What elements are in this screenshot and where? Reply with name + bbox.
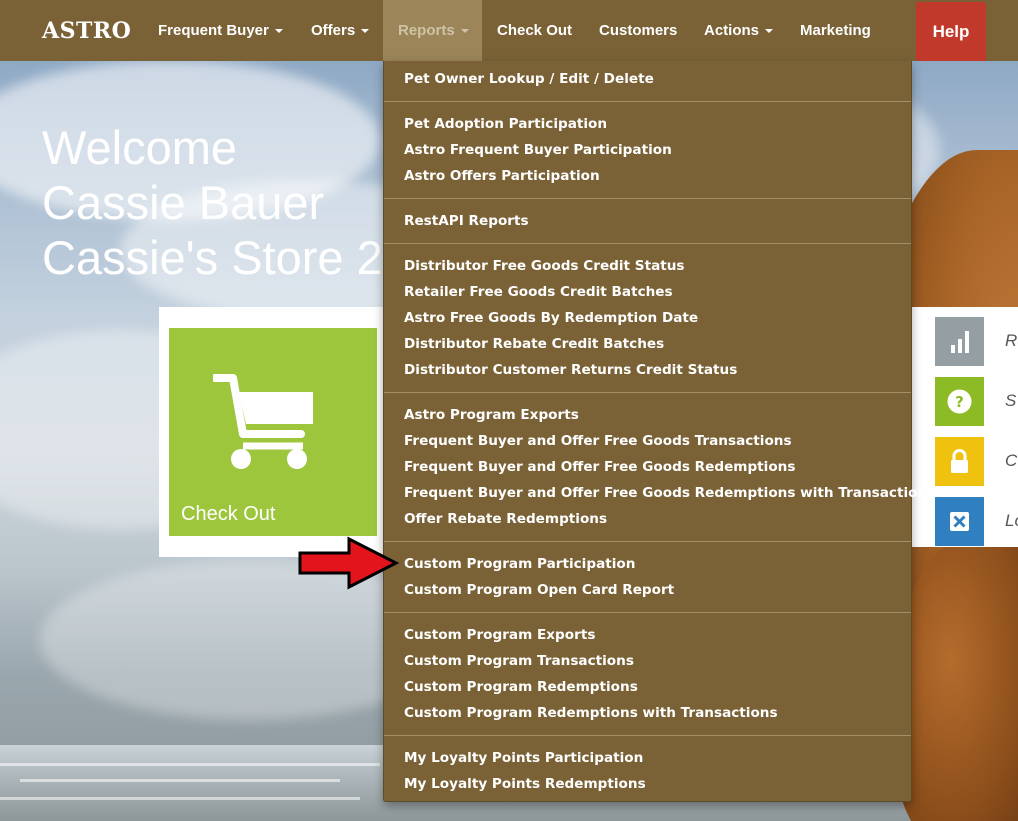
menu-divider	[384, 735, 911, 736]
logout-tile[interactable]	[935, 497, 984, 546]
svg-text:?: ?	[955, 393, 964, 411]
nav-customers[interactable]: Customers	[584, 0, 692, 61]
caret-down-icon	[361, 29, 370, 34]
nav-actions[interactable]: Actions	[689, 0, 788, 61]
nav-marketing[interactable]: Marketing	[785, 0, 886, 61]
menu-item-astro-offers-participation[interactable]: Astro Offers Participation	[404, 167, 600, 185]
menu-item-astro-free-goods-by-redemption-date[interactable]: Astro Free Goods By Redemption Date	[404, 309, 698, 327]
menu-item-custom-program-open-card-report[interactable]: Custom Program Open Card Report	[404, 581, 674, 599]
menu-divider	[384, 541, 911, 542]
help-button[interactable]: Help	[916, 2, 986, 61]
menu-item-distributor-customer-returns-credit-status[interactable]: Distributor Customer Returns Credit Stat…	[404, 361, 737, 379]
menu-item-fb-offer-free-goods-redemptions-with-transactions[interactable]: Frequent Buyer and Offer Free Goods Rede…	[404, 484, 935, 502]
side-tile-text[interactable]: R	[1005, 331, 1017, 351]
side-tile-text[interactable]: Lo	[1005, 511, 1018, 531]
checkout-tile-panel: Check Out	[159, 307, 387, 557]
welcome-heading: Welcome Cassie Bauer Cassie's Store 2	[42, 120, 383, 285]
menu-item-restapi-reports[interactable]: RestAPI Reports	[404, 212, 529, 230]
side-tiles-panel: R ? S C Lo	[912, 307, 1018, 547]
menu-divider	[384, 612, 911, 613]
shopping-cart-icon	[213, 374, 313, 469]
reports-dropdown-menu: Pet Owner Lookup / Edit / Delete Pet Ado…	[383, 61, 935, 802]
menu-item-fb-offer-free-goods-transactions[interactable]: Frequent Buyer and Offer Free Goods Tran…	[404, 432, 792, 450]
welcome-line: Welcome	[42, 121, 238, 174]
menu-item-pet-owner-lookup[interactable]: Pet Owner Lookup / Edit / Delete	[404, 70, 654, 88]
menu-item-astro-program-exports[interactable]: Astro Program Exports	[404, 406, 579, 424]
menu-divider	[384, 101, 911, 102]
lock-tile[interactable]	[935, 437, 984, 486]
menu-item-distributor-rebate-credit-batches[interactable]: Distributor Rebate Credit Batches	[404, 335, 664, 353]
menu-item-astro-frequent-buyer-participation[interactable]: Astro Frequent Buyer Participation	[404, 141, 672, 159]
side-tile-text[interactable]: S	[1005, 391, 1016, 411]
caret-down-icon	[460, 29, 469, 34]
brand-logo[interactable]: ASTRO	[42, 18, 131, 44]
caret-down-icon	[765, 29, 774, 34]
menu-item-retailer-free-goods-credit-batches[interactable]: Retailer Free Goods Credit Batches	[404, 283, 673, 301]
support-tile[interactable]: ?	[935, 377, 984, 426]
menu-divider	[384, 198, 911, 199]
close-box-icon	[950, 512, 969, 531]
menu-item-fb-offer-free-goods-redemptions[interactable]: Frequent Buyer and Offer Free Goods Rede…	[404, 458, 795, 476]
menu-item-pet-adoption-participation[interactable]: Pet Adoption Participation	[404, 115, 607, 133]
nav-frequent-buyer[interactable]: Frequent Buyer	[143, 0, 298, 61]
menu-item-offer-rebate-redemptions[interactable]: Offer Rebate Redemptions	[404, 510, 607, 528]
checkout-tile[interactable]: Check Out	[169, 328, 377, 536]
bar-chart-icon	[951, 331, 969, 353]
user-name: Cassie Bauer	[42, 176, 325, 229]
menu-item-my-loyalty-points-participation[interactable]: My Loyalty Points Participation	[404, 749, 643, 767]
menu-divider	[384, 392, 911, 393]
side-tile-text[interactable]: C	[1005, 451, 1017, 471]
nav-offers[interactable]: Offers	[296, 0, 384, 61]
reports-tile[interactable]	[935, 317, 984, 366]
menu-item-custom-program-transactions[interactable]: Custom Program Transactions	[404, 652, 634, 670]
menu-item-custom-program-redemptions-with-transactions[interactable]: Custom Program Redemptions with Transact…	[404, 704, 778, 722]
store-name: Cassie's Store 2	[42, 231, 383, 284]
caret-down-icon	[274, 29, 283, 34]
menu-item-custom-program-exports[interactable]: Custom Program Exports	[404, 626, 595, 644]
menu-item-my-loyalty-points-redemptions[interactable]: My Loyalty Points Redemptions	[404, 775, 646, 793]
menu-item-custom-program-redemptions[interactable]: Custom Program Redemptions	[404, 678, 638, 696]
lock-icon	[951, 449, 968, 473]
red-arrow-annotation-icon	[298, 536, 400, 590]
menu-item-distributor-free-goods-credit-status[interactable]: Distributor Free Goods Credit Status	[404, 257, 685, 275]
question-circle-icon: ?	[947, 389, 972, 414]
top-navbar: ASTRO Frequent Buyer Offers Reports Chec…	[0, 0, 1018, 61]
menu-divider	[384, 243, 911, 244]
checkout-tile-label: Check Out	[181, 503, 276, 525]
nav-check-out[interactable]: Check Out	[482, 0, 587, 61]
menu-item-custom-program-participation[interactable]: Custom Program Participation	[404, 555, 635, 573]
nav-reports[interactable]: Reports	[383, 0, 482, 61]
